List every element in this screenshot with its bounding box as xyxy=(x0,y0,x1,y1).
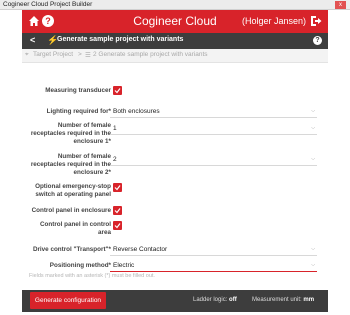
check-icon xyxy=(114,88,121,94)
ladder-logic-status: Ladder logic: off xyxy=(193,297,237,303)
check-icon xyxy=(114,208,121,214)
positioning-select[interactable]: Electric ⌵ xyxy=(110,259,317,272)
breadcrumb: ⌖ Target Project > ☰ 2 Generate sample p… xyxy=(22,49,328,63)
chevron-down-icon: ⌵ xyxy=(311,156,315,162)
emergency-stop-label: Optional emergency-stop switch at operat… xyxy=(35,183,111,198)
sockets1-label: Number of female receptacles required in… xyxy=(30,122,111,145)
drive-control-value: Reverse Contactor xyxy=(113,246,168,253)
ladder-logic-label: Ladder logic: xyxy=(193,297,228,303)
control-panel-enclosure-label: Control panel in enclosure xyxy=(31,207,111,214)
required-fields-hint: Fields marked with an asterisk (*) must … xyxy=(29,273,155,279)
back-icon[interactable]: < xyxy=(30,35,35,45)
breadcrumb-current[interactable]: 2 Generate sample project with variants xyxy=(93,51,208,58)
measurement-unit-value: mm xyxy=(303,297,315,303)
measurement-unit-label: Measurement unit: xyxy=(252,297,302,303)
lighting-label: Lighting required for* xyxy=(46,108,111,115)
sockets2-select[interactable]: 2 ⌵ xyxy=(110,153,317,166)
positioning-value: Electric xyxy=(113,262,135,269)
control-panel-enclosure-checkbox[interactable] xyxy=(113,206,122,215)
configuration-form: Measuring transducer Lighting required f… xyxy=(22,63,328,301)
sockets2-label: Number of female receptacles required in… xyxy=(30,153,111,176)
breadcrumb-separator: > xyxy=(78,51,82,58)
check-icon xyxy=(114,185,121,191)
lighting-value: Both enclosures xyxy=(113,108,160,115)
breadcrumb-root[interactable]: Target Project xyxy=(33,51,73,58)
emergency-stop-checkbox[interactable] xyxy=(113,183,122,192)
app-header: ? Cogineer Cloud (Holger Jansen) xyxy=(22,10,328,33)
window-titlebar: Cogineer Cloud Project Builder x xyxy=(0,0,350,10)
check-icon xyxy=(114,223,121,229)
measuring-transducer-label: Measuring transducer xyxy=(45,87,111,94)
page-title: Generate sample project with variants xyxy=(57,36,184,43)
ladder-logic-value: off xyxy=(229,297,237,303)
page-subheader: < ⚡ Generate sample project with variant… xyxy=(22,33,328,49)
lighting-select[interactable]: Both enclosures ⌵ xyxy=(110,105,317,118)
chevron-down-icon: ⌵ xyxy=(311,262,315,268)
user-name: (Holger Jansen) xyxy=(241,16,306,26)
window-title: Cogineer Cloud Project Builder xyxy=(3,1,93,8)
list-icon: ☰ xyxy=(85,52,91,59)
logout-icon[interactable] xyxy=(310,15,322,27)
window-close-button[interactable]: x xyxy=(335,1,346,9)
sockets1-select[interactable]: 1 ⌵ xyxy=(110,122,317,135)
measuring-transducer-checkbox[interactable] xyxy=(113,86,122,95)
measurement-unit-status: Measurement unit: mm xyxy=(252,297,314,303)
positioning-label: Positioning method* xyxy=(49,262,111,269)
drive-control-label: Drive control "Transport"* xyxy=(32,246,111,253)
generate-configuration-button[interactable]: Generate configuration xyxy=(30,292,106,309)
control-panel-area-label: Control panel in control area xyxy=(39,221,111,236)
chevron-down-icon: ⌵ xyxy=(311,246,315,252)
control-panel-area-checkbox[interactable] xyxy=(113,221,122,230)
drive-control-select[interactable]: Reverse Contactor ⌵ xyxy=(110,243,317,256)
target-icon: ⌖ xyxy=(25,51,29,58)
sockets2-value: 2 xyxy=(113,156,117,163)
help-icon[interactable]: ? xyxy=(313,36,322,45)
sockets1-value: 1 xyxy=(113,125,117,132)
chevron-down-icon: ⌵ xyxy=(311,108,315,114)
chevron-down-icon: ⌵ xyxy=(311,125,315,131)
app-frame: ? Cogineer Cloud (Holger Jansen) < ⚡ Gen… xyxy=(22,10,328,315)
